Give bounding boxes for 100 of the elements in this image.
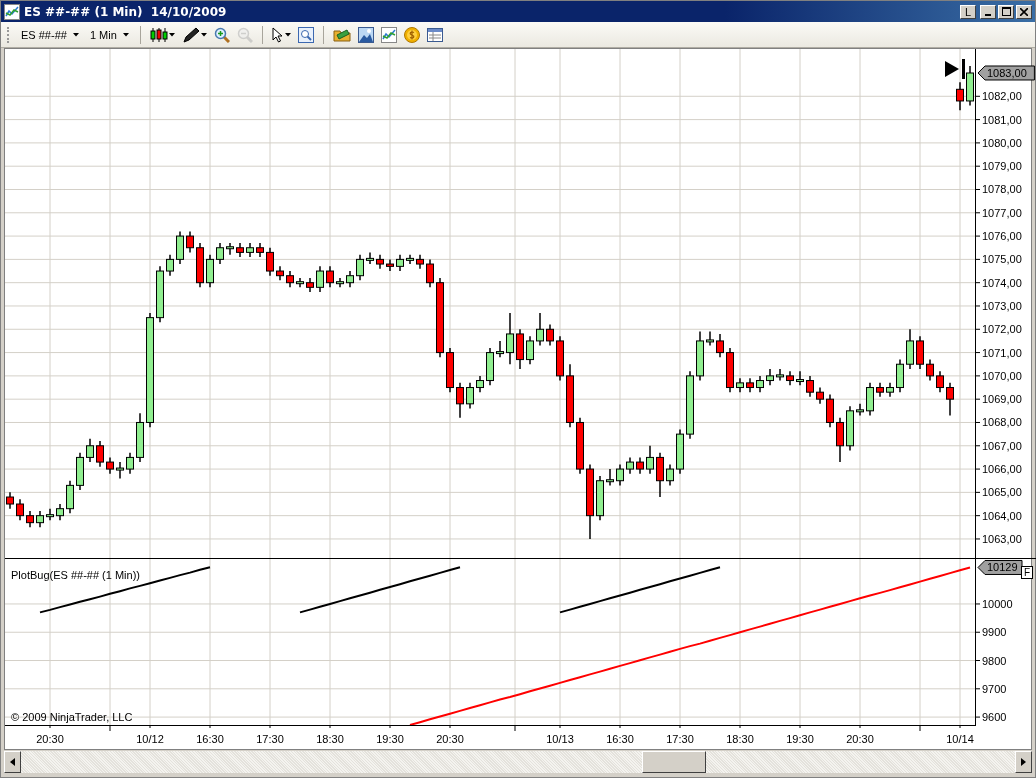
last-value-tag: 1083,00 [977,65,1035,81]
candlestick [326,265,334,289]
candlestick [766,368,774,386]
axis-label: 1073,00 [982,300,1022,312]
candlestick [366,251,374,265]
candlestick [606,468,614,487]
candlestick [626,456,634,475]
left-arrow-icon [10,758,15,766]
axis-label: 1080,00 [982,136,1022,149]
link-button[interactable]: L [960,4,976,19]
candlestick [506,312,514,365]
candlestick [956,81,964,111]
candlestick [596,475,604,522]
axis-label: 1069,00 [982,393,1022,406]
candlestick [76,452,84,491]
candlestick [426,258,434,289]
candlestick [476,375,484,393]
pointer-button[interactable] [269,25,293,44]
axis-label: 19:30 [376,733,404,745]
maximize-button[interactable] [998,4,1014,19]
close-button[interactable] [1016,4,1032,19]
candlestick [116,461,124,480]
candlestick [916,335,924,370]
candles-button[interactable] [147,25,177,44]
candlestick [16,498,24,522]
candlestick [486,347,494,386]
axis-label: 20:30 [36,733,64,745]
axis-label: 1079,00 [982,160,1022,173]
candlestick [806,375,814,398]
candlestick [316,265,324,293]
candlestick [156,265,164,324]
candlestick [296,277,304,289]
candlestick [356,253,364,282]
candlestick [286,270,294,289]
axis-label: 17:30 [256,733,284,745]
close-icon [1020,7,1028,16]
panel-button[interactable]: F [1021,566,1033,579]
interval-dropdown[interactable]: 1 Min [85,26,133,43]
caret-icon [168,32,175,37]
candlestick [176,230,184,265]
chart-button[interactable] [378,25,399,44]
table-icon [426,26,443,43]
zoom-out-icon [236,26,253,43]
candlestick [496,340,504,358]
candlestick [416,253,424,270]
candlestick [86,438,94,463]
candlestick [166,253,174,277]
candlestick [646,445,654,475]
axis-label: 1082,00 [982,90,1022,103]
candlestick [66,479,74,515]
candlestick [56,503,64,522]
picture-button[interactable] [355,25,376,44]
axis-label: 1074,00 [982,276,1022,289]
chart-icon [380,26,397,43]
minimize-button[interactable] [980,4,996,19]
candlestick [686,370,694,440]
dollar-coin-icon [403,26,420,43]
caret-icon [122,32,129,37]
scroll-right-button[interactable] [1015,751,1032,773]
candlestick [386,258,394,272]
candlestick [516,328,524,370]
axis-label: 1066,00 [982,463,1022,476]
candlestick [536,312,544,347]
scroll-thumb[interactable] [642,751,706,773]
candlestick [306,277,314,293]
candlestick [726,347,734,393]
candlestick [276,265,284,282]
axis-label: 17:30 [666,733,694,745]
candlestick [206,253,214,289]
candlestick [846,405,854,452]
maximize-icon [1001,7,1011,16]
candlestick [556,335,564,382]
candlestick [826,393,834,428]
candlestick [576,417,584,475]
candlestick [756,375,764,393]
candlestick-icon [149,26,168,43]
axis-label: 20:30 [846,733,874,745]
instrument-dropdown[interactable]: ES ##-## [17,26,83,43]
candlestick [776,368,784,382]
candlestick [526,335,534,365]
table-button[interactable] [424,25,445,44]
candlestick [396,253,404,272]
candlestick [46,507,54,522]
scroll-left-button[interactable] [4,751,21,773]
candlestick [866,382,874,417]
coin-button[interactable] [401,25,422,44]
candlestick [226,242,234,256]
candlestick [666,463,674,487]
candlestick [456,382,464,419]
right-arrow-icon [1021,758,1026,766]
zoom-box-button[interactable] [295,25,316,44]
candlestick [186,230,194,254]
axis-label: 9600 [982,711,1007,724]
indicator-title: PlotBug(ES ##-## (1 Min)) [11,569,140,581]
copyright-text: © 2009 NinjaTrader, LLC [11,711,133,723]
axis-label: 1072,00 [982,323,1022,336]
zoom-in-icon [213,26,230,43]
axis-label: 1071,00 [982,346,1022,359]
candlestick [26,510,34,529]
candlestick [796,370,804,386]
